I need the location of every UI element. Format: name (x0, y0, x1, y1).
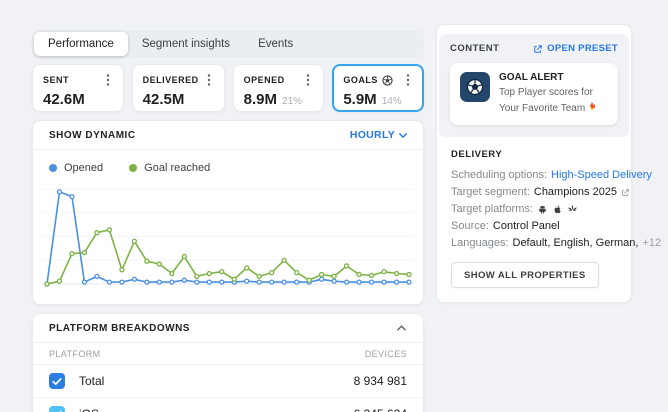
external-link-icon (533, 44, 543, 54)
languages-value: Default, English, German, (513, 235, 639, 252)
chart-legend: Opened Goal reached (33, 150, 423, 176)
stat-value: 42.6M (43, 91, 85, 108)
kebab-menu-icon[interactable] (402, 72, 414, 88)
stat-value: 42.5M (143, 91, 185, 108)
stat-card-opened[interactable]: OPENED 8.9M 21% (233, 64, 325, 112)
kebab-menu-icon[interactable] (302, 72, 314, 88)
column-header-devices: DEVICES (365, 349, 407, 359)
devices-count: 6 345 624 (354, 407, 407, 412)
delivery-section-title: DELIVERY (451, 149, 617, 160)
legend-label: Goal reached (144, 162, 210, 174)
stat-label: SENT (43, 75, 69, 85)
tab-performance[interactable]: Performance (34, 32, 128, 56)
stats-row: SENT 42.6M DELIVERED 42.5M OPENED (32, 64, 424, 112)
kebab-menu-icon[interactable] (102, 72, 114, 88)
stat-label: OPENED (244, 75, 285, 85)
stat-percent: 14% (382, 96, 402, 107)
chevron-down-icon (399, 133, 407, 138)
tab-segment-insights[interactable]: Segment insights (128, 32, 244, 56)
collapse-chevron-up-icon[interactable] (396, 324, 407, 332)
platform-checkbox[interactable] (49, 406, 65, 412)
field-label: Languages: (451, 235, 509, 252)
delivery-row-target-segment: Target segment: Champions 2025 (451, 184, 617, 201)
tab-bar: Performance Segment insights Events (32, 30, 424, 58)
stat-card-delivered[interactable]: DELIVERED 42.5M (132, 64, 225, 112)
table-column-headers: PLATFORM DEVICES (33, 343, 423, 365)
stat-card-goals[interactable]: GOALS 5.9M 14% (332, 64, 424, 112)
target-segment-value: Champions 2025 (534, 184, 617, 201)
campaign-details-card: CONTENT OPEN PRESET GOAL ALERT (436, 24, 632, 303)
show-all-properties-button[interactable]: SHOW ALL PROPERTIES (451, 262, 599, 288)
legend-dot-goal-reached (129, 164, 137, 172)
android-icon (537, 204, 548, 215)
delivery-row-target-platforms: Target platforms: (451, 201, 617, 218)
field-label: Source: (451, 218, 489, 235)
stat-card-sent[interactable]: SENT 42.6M (32, 64, 124, 112)
interval-dropdown[interactable]: HOURLY (350, 129, 407, 141)
legend-dot-opened (49, 164, 57, 172)
fire-emoji-icon (588, 103, 597, 114)
open-preset-link[interactable]: OPEN PRESET (533, 43, 618, 54)
column-header-platform: PLATFORM (49, 349, 101, 359)
apple-icon (552, 204, 563, 215)
field-label: Target segment: (451, 184, 530, 201)
soccer-ball-icon (460, 72, 490, 102)
field-label: Scheduling options: (451, 167, 547, 184)
stat-value: 8.9M (244, 91, 277, 108)
soccer-ball-icon (382, 75, 393, 86)
line-chart[interactable] (40, 180, 416, 292)
field-label: Target platforms: (451, 201, 533, 218)
source-value: Control Panel (493, 218, 560, 235)
huawei-icon (567, 204, 578, 215)
external-link-icon[interactable] (621, 188, 630, 197)
platform-breakdowns-card: PLATFORM BREAKDOWNS PLATFORM DEVICES Tot… (32, 313, 424, 412)
legend-item-goal-reached[interactable]: Goal reached (129, 162, 210, 174)
stat-label: DELIVERED (143, 75, 199, 85)
platform-checkbox[interactable] (49, 373, 65, 389)
kebab-menu-icon[interactable] (203, 72, 215, 88)
platform-name: Total (79, 374, 104, 388)
high-speed-delivery-link[interactable]: High-Speed Delivery (551, 167, 652, 184)
delivery-section: DELIVERY Scheduling options: High-Speed … (439, 137, 629, 300)
legend-item-opened[interactable]: Opened (49, 162, 103, 174)
delivery-row-languages: Languages: Default, English, German, +12 (451, 235, 617, 252)
chart-card-title: SHOW DYNAMIC (49, 130, 136, 141)
open-preset-label: OPEN PRESET (547, 43, 618, 54)
table-row-total: Total 8 934 981 (33, 365, 423, 398)
stat-value: 5.9M (343, 91, 376, 108)
content-section: CONTENT OPEN PRESET GOAL ALERT (439, 34, 629, 137)
show-dynamic-card: SHOW DYNAMIC HOURLY Opened Goal reached (32, 120, 424, 305)
stat-percent: 21% (282, 96, 302, 107)
tab-events[interactable]: Events (244, 32, 307, 56)
stat-label: GOALS (343, 75, 378, 85)
goal-alert-card[interactable]: GOAL ALERT Top Player scores for Your Fa… (450, 63, 618, 125)
interval-dropdown-value: HOURLY (350, 129, 395, 141)
legend-label: Opened (64, 162, 103, 174)
platform-card-title: PLATFORM BREAKDOWNS (49, 323, 190, 334)
table-row-ios: iOS 6 345 624 (33, 398, 423, 412)
delivery-row-source: Source: Control Panel (451, 218, 617, 235)
alert-title: GOAL ALERT (499, 72, 608, 83)
platform-name: iOS (79, 407, 99, 412)
content-section-title: CONTENT (450, 43, 499, 54)
devices-count: 8 934 981 (354, 374, 407, 388)
delivery-row-scheduling: Scheduling options: High-Speed Delivery (451, 167, 617, 184)
languages-more-count[interactable]: +12 (642, 235, 661, 252)
alert-text: Top Player scores for Your Favorite Team (499, 87, 593, 114)
